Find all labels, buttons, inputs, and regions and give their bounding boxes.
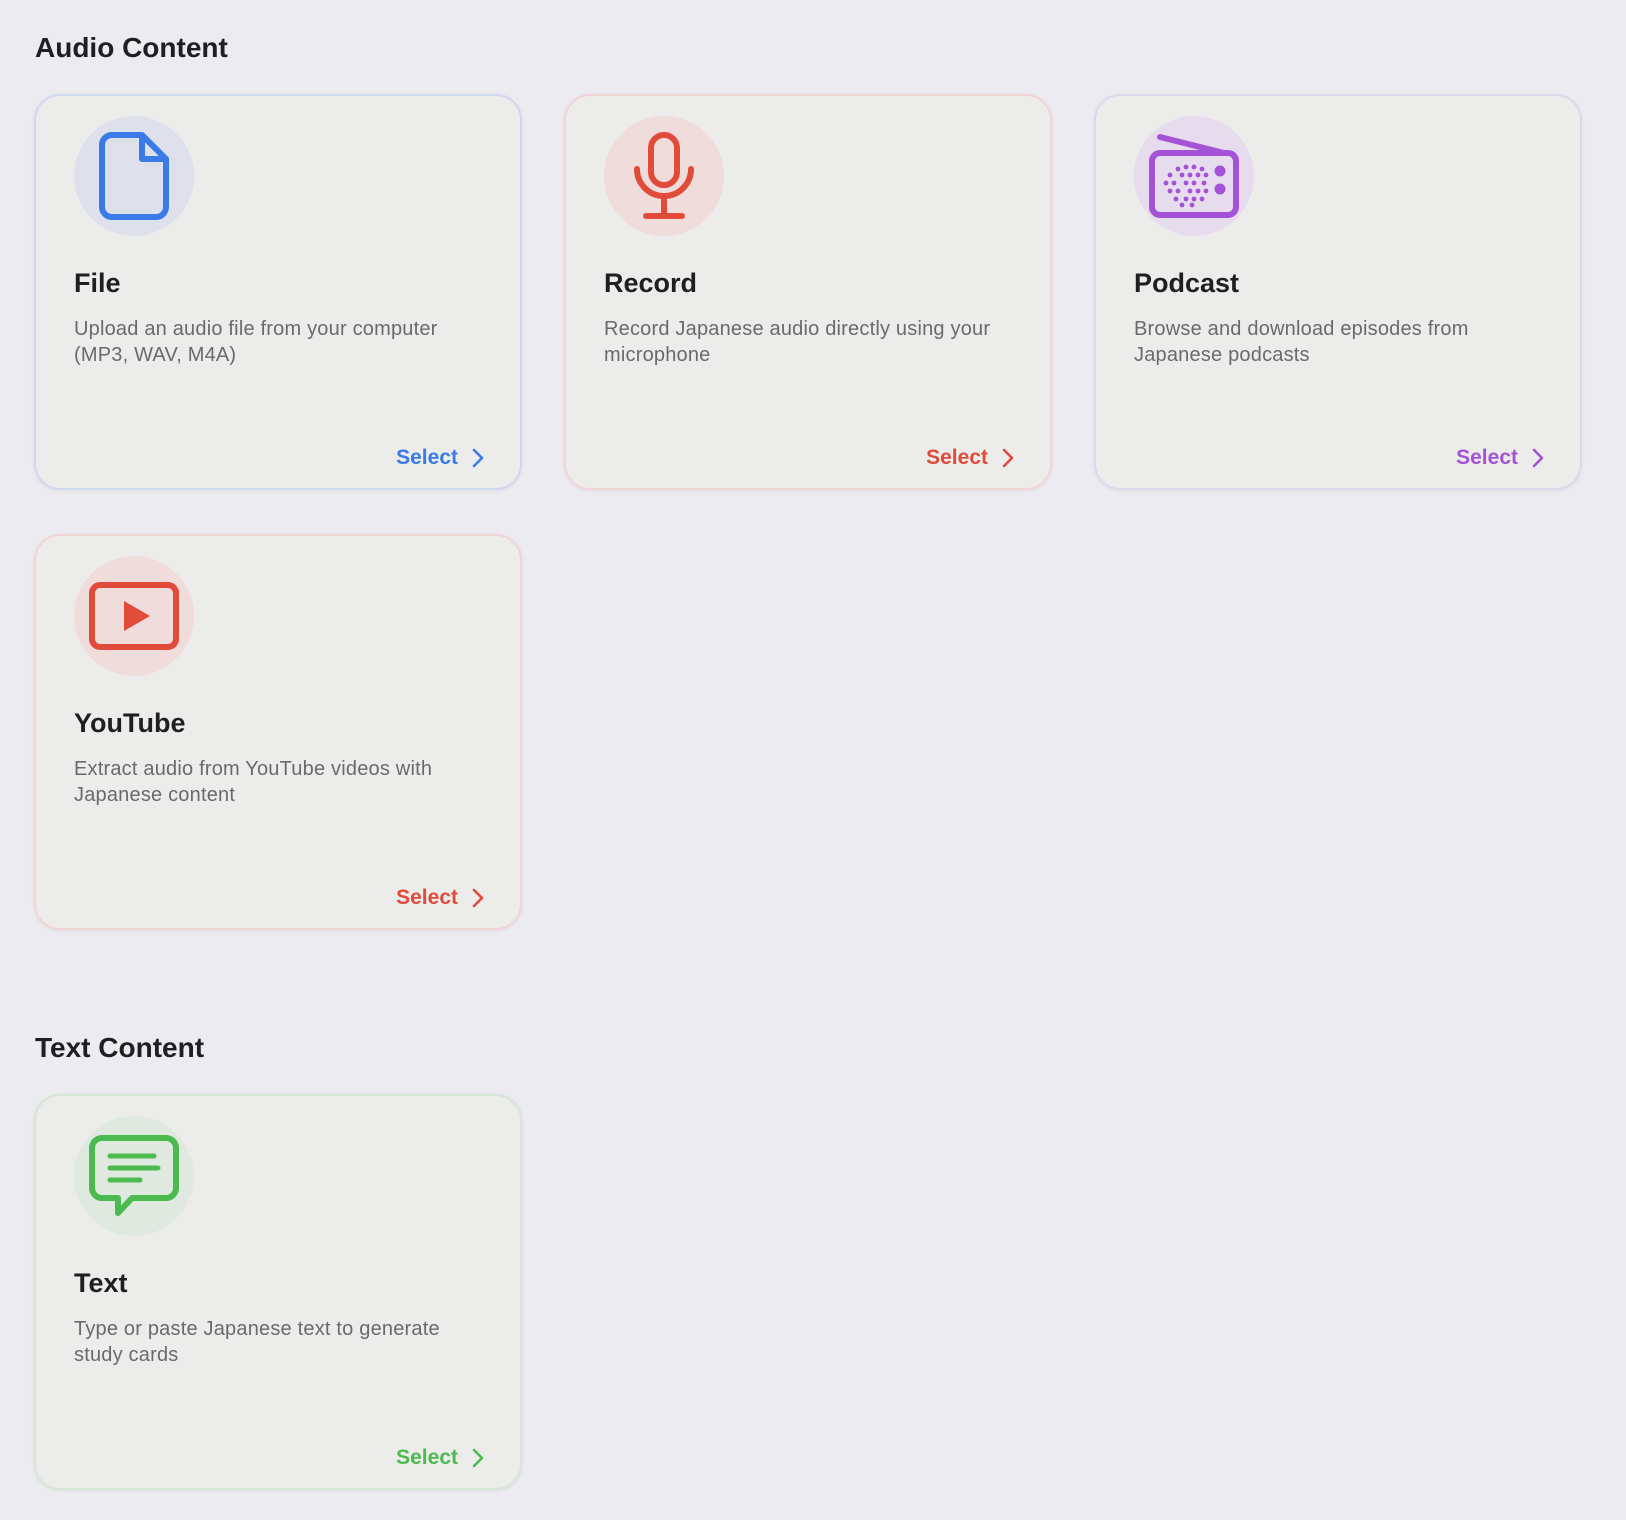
radio-icon	[1149, 134, 1239, 218]
card-title: YouTube	[74, 708, 186, 738]
card-text[interactable]: Text Type or paste Japanese text to gene…	[34, 1094, 522, 1490]
file-icon-badge	[74, 116, 194, 236]
chevron-right-icon	[1532, 448, 1544, 467]
card-description: Extract audio from YouTube videos with J…	[74, 758, 433, 806]
card-file[interactable]: File Upload an audio file from your comp…	[34, 94, 522, 490]
youtube-play-icon	[89, 582, 179, 650]
chevron-right-icon	[1002, 448, 1014, 467]
microphone-icon	[634, 132, 694, 219]
card-title: Text	[74, 1268, 128, 1298]
card-title: File	[74, 268, 121, 298]
select-label: Select	[926, 446, 988, 469]
youtube-icon-badge	[74, 556, 194, 676]
section-title-text: Text Content	[35, 1032, 205, 1063]
card-description: Browse and download episodes from Japane…	[1134, 318, 1469, 366]
card-title: Record	[604, 268, 698, 298]
microphone-icon-badge	[604, 116, 724, 236]
card-youtube[interactable]: YouTube Extract audio from YouTube video…	[34, 534, 522, 930]
card-title: Podcast	[1134, 268, 1240, 298]
section-title-audio: Audio Content	[35, 32, 228, 63]
select-label: Select	[1456, 446, 1518, 469]
chat-bubble-icon-badge	[74, 1116, 194, 1236]
select-youtube-button[interactable]: Select	[396, 887, 484, 908]
card-podcast[interactable]: Podcast Browse and download episodes fro…	[1094, 94, 1582, 490]
radio-icon-badge	[1134, 116, 1254, 236]
content-source-page: Audio Content File Upload an audio file …	[0, 0, 1626, 1520]
card-description: Type or paste Japanese text to generate …	[74, 1318, 440, 1366]
card-description: Record Japanese audio directly using you…	[604, 318, 991, 366]
file-icon	[99, 132, 169, 220]
select-text-button[interactable]: Select	[396, 1447, 484, 1468]
select-record-button[interactable]: Select	[926, 447, 1014, 468]
select-podcast-button[interactable]: Select	[1456, 447, 1544, 468]
chevron-right-icon	[472, 888, 484, 907]
chevron-right-icon	[472, 1448, 484, 1467]
chevron-right-icon	[472, 448, 484, 467]
select-file-button[interactable]: Select	[396, 447, 484, 468]
select-label: Select	[396, 886, 458, 909]
card-record[interactable]: Record Record Japanese audio directly us…	[564, 94, 1052, 490]
chat-bubble-icon	[89, 1135, 179, 1216]
card-description: Upload an audio file from your computer …	[74, 318, 438, 366]
select-label: Select	[396, 446, 458, 469]
select-label: Select	[396, 1446, 458, 1469]
